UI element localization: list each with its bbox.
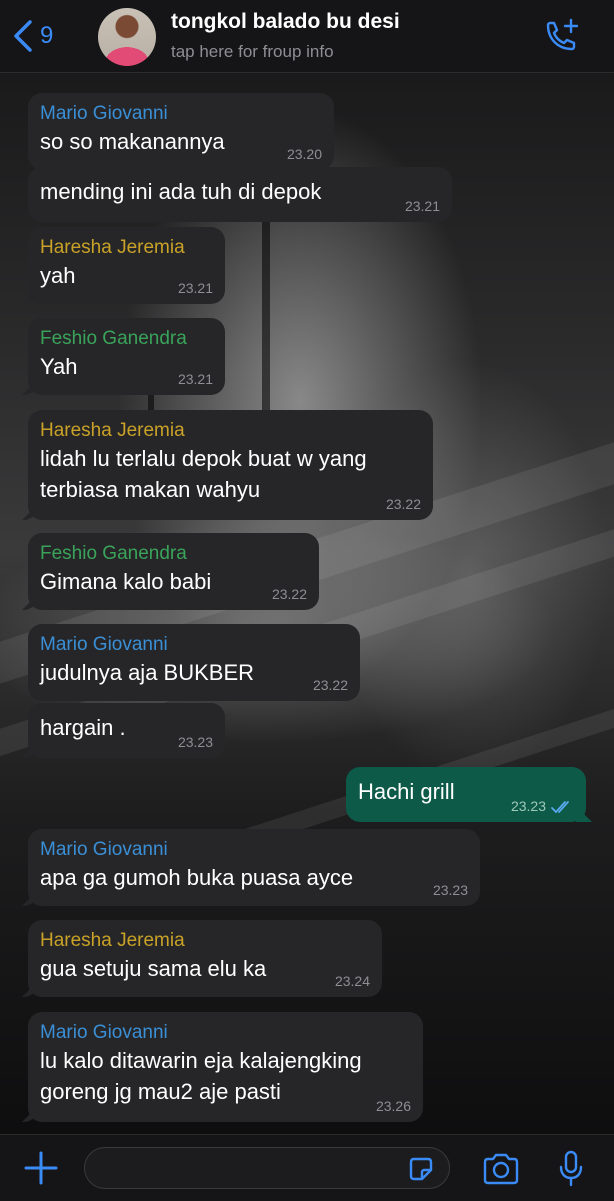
message-text: lu kalo ditawarin eja kalajengking [40,1048,362,1073]
chat-header: 9 tongkol balado bu desi tap here for fr… [0,0,614,73]
message-sender[interactable]: Haresha Jeremia [40,419,421,443]
message-timestamp: 23.21 [404,198,440,214]
message-sender[interactable]: Mario Giovanni [40,633,348,657]
message-timestamp: 23.21 [177,371,213,387]
message-input[interactable] [84,1147,450,1189]
message-timestamp: 23.23 [510,798,546,814]
incoming-message-bubble[interactable]: Haresha Jeremia lidah lu terlalu depok bu… [22,410,433,520]
unread-count: 9 [40,22,54,49]
message-text: gua setuju sama elu ka [40,956,267,981]
camera-button[interactable] [480,1152,522,1186]
message-timestamp: 23.22 [385,496,421,512]
message-sender[interactable]: Haresha Jeremia [40,236,213,260]
message-text: judulnya aja BUKBER [40,660,255,685]
incoming-message-bubble[interactable]: Mario Giovanni apa ga gumoh buka puasa ay… [22,829,480,906]
read-receipt-icon [551,801,569,814]
message-sender[interactable]: Feshio Ganendra [40,327,213,351]
phone-plus-icon [546,18,579,51]
microphone-icon [559,1150,583,1187]
incoming-message-bubble[interactable]: Mario Giovanni so so makanannya 23.20 [28,93,334,170]
message-sender[interactable]: Haresha Jeremia [40,929,370,953]
voice-message-button[interactable] [556,1149,586,1189]
message-timestamp: 23.21 [177,280,213,296]
incoming-message-bubble[interactable]: Mario Giovanni judulnya aja BUKBER 23.22 [28,624,360,701]
message-text: Gimana kalo babi [40,569,212,594]
incoming-message-bubble[interactable]: Mario Giovanni lu kalo ditawarin eja kala… [22,1012,423,1122]
chevron-left-icon [14,20,32,52]
message-timestamp: 23.23 [432,882,468,898]
group-title[interactable]: tongkol balado bu desi [171,10,400,34]
incoming-message-bubble[interactable]: Feshio Ganendra Gimana kalo babi 23.22 [22,533,319,610]
group-avatar[interactable] [98,8,156,66]
message-text: goreng jg mau2 aje pasti [40,1079,281,1104]
plus-icon [24,1151,58,1185]
message-timestamp: 23.22 [271,586,307,602]
incoming-message-bubble[interactable]: Feshio Ganendra Yah 23.21 [22,318,225,395]
group-info-hint[interactable]: tap here for froup info [171,42,334,62]
message-timestamp: 23.24 [334,973,370,989]
add-call-button[interactable] [540,16,584,56]
attach-button[interactable] [22,1149,60,1187]
message-sender[interactable]: Mario Giovanni [40,1021,411,1045]
incoming-message-bubble[interactable]: mending ini ada tuh di depok 23.21 [28,167,452,222]
incoming-message-bubble[interactable]: Haresha Jeremia yah 23.21 [22,227,225,304]
incoming-message-bubble[interactable]: hargain . 23.23 [22,703,225,758]
message-timestamp: 23.26 [375,1098,411,1114]
outgoing-message-bubble[interactable]: Hachi grill 23.23 [346,767,592,822]
message-timestamp: 23.20 [286,146,322,162]
message-sender[interactable]: Feshio Ganendra [40,542,307,566]
composer-bar [0,1134,614,1201]
message-sender[interactable]: Mario Giovanni [40,102,322,126]
message-text: terbiasa makan wahyu [40,477,261,502]
message-timestamp: 23.22 [312,677,348,693]
camera-icon [483,1153,519,1185]
message-text: so so makanannya [40,129,225,154]
sticker-icon [409,1157,433,1181]
message-sender[interactable]: Mario Giovanni [40,838,468,862]
incoming-message-bubble[interactable]: Haresha Jeremia gua setuju sama elu ka 23.… [22,920,382,997]
back-button[interactable]: 9 [10,16,53,56]
sticker-button[interactable] [406,1154,436,1184]
message-timestamp: 23.23 [177,734,213,750]
message-text: apa ga gumoh buka puasa ayce [40,865,354,890]
message-text: mending ini ada tuh di depok [40,179,322,204]
message-text: lidah lu terlalu depok buat w yang [40,446,367,471]
